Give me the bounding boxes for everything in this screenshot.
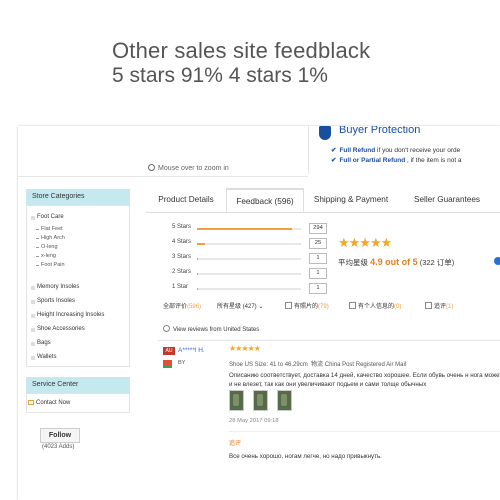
filter-with-personal-info[interactable]: 有个人信息的(0): [349, 301, 401, 310]
review-photo-thumbnail[interactable]: [277, 390, 292, 411]
service-center-title: Service Center: [26, 377, 130, 393]
rating-row[interactable]: 5 Stars 294: [172, 223, 332, 234]
rating-row-count: 1: [309, 268, 327, 279]
check-icon: ✔: [331, 157, 337, 164]
followup-text: Все очень хорошо, ногам легче, но надо п…: [229, 453, 382, 460]
zoom-hint-text: Mouse over to zoom in: [158, 165, 229, 172]
buyer-protection-box: Buyer Protection ✔ Full Refund if you don…: [308, 126, 500, 174]
buyer-protection-line-2: ✔ Full or Partial Refund , if the item is…: [331, 157, 462, 164]
store-categories-list: Foot Care Flat Feet High Arch O-leng x-leng F…: [26, 205, 130, 367]
rating-bar: [197, 273, 301, 275]
contact-now-link[interactable]: Contact Now: [36, 400, 70, 406]
rating-row[interactable]: 1 Star 1: [172, 283, 332, 294]
sidebar-category-item[interactable]: Bags: [31, 340, 51, 346]
tab-product-details[interactable]: Product Details: [146, 188, 226, 212]
sidebar-category-item[interactable]: Flat Feet: [36, 226, 63, 232]
filter-followup[interactable]: 追评(1): [425, 301, 453, 310]
reviewer-country: BY: [178, 360, 186, 366]
sidebar-category-item[interactable]: Shoe Accessories: [31, 326, 85, 332]
check-icon: ✔: [331, 147, 337, 154]
sidebar-category-item[interactable]: Foot Care: [31, 214, 64, 220]
average-rating: 平均星级 4.9 out of 5 (322 订单): [338, 257, 455, 267]
rating-row-count: 25: [309, 238, 327, 249]
sidebar-category-item[interactable]: x-leng: [36, 253, 56, 259]
rating-row-label: 4 Stars: [172, 239, 192, 245]
followup-label: 追评: [229, 441, 242, 447]
sidebar-category-item[interactable]: Height Increasing Insoles: [30, 312, 104, 318]
review-photo-thumbnail[interactable]: [253, 390, 268, 411]
store-categories-title: Store Categories: [26, 189, 130, 205]
rating-bar: [197, 243, 301, 245]
sidebar-category-item[interactable]: Foot Pain: [36, 262, 65, 268]
product-tabs: Product Details Feedback (596) Shipping …: [146, 188, 500, 213]
follow-count: (4023 Adds): [42, 444, 75, 450]
checkbox[interactable]: [349, 302, 356, 309]
magnifier-icon: [148, 164, 155, 171]
rating-row-count: 1: [309, 283, 327, 294]
follow-button[interactable]: Follow: [40, 428, 80, 443]
banner-stars-summary: 5 stars 91% 4 stars 1%: [112, 64, 328, 87]
rating-bar: [197, 288, 301, 290]
review-meta: Shoe US Size: 41 to 46.29cm 物流 China Pos…: [229, 362, 407, 368]
filter-all[interactable]: 全部评价(596): [163, 301, 201, 310]
sidebar-category-item[interactable]: Wallets: [30, 354, 56, 360]
divider: [229, 431, 500, 432]
buyer-protection-line-1: ✔ Full Refund if you don't receive your o…: [331, 147, 461, 154]
info-icon[interactable]: [494, 257, 500, 265]
rating-bar: [197, 228, 301, 230]
rating-row[interactable]: 3 Stars 1: [172, 253, 332, 264]
rating-row-label: 2 Stars: [172, 269, 192, 275]
checkbox[interactable]: [285, 302, 292, 309]
us-reviews-toggle[interactable]: View reviews from United States: [163, 325, 259, 333]
insole-image: [233, 394, 239, 406]
tab-shipping-payment[interactable]: Shipping & Payment: [304, 188, 398, 212]
rating-bar: [197, 258, 301, 260]
checkbox[interactable]: [425, 302, 432, 309]
review-photo-thumbnail[interactable]: [229, 390, 244, 411]
flag-icon: AU: [163, 347, 175, 355]
rating-row-count: 294: [309, 223, 327, 234]
sidebar-category-item[interactable]: Memory Insoles: [30, 284, 79, 290]
tab-seller-guarantees[interactable]: Seller Guarantees: [398, 188, 496, 212]
zoom-hint: Mouse over to zoom in: [148, 164, 229, 172]
reviewer-name: A*****l H.: [178, 347, 205, 354]
tab-feedback[interactable]: Feedback (596): [226, 188, 304, 212]
review-date: 28 May 2017 09:18: [229, 418, 279, 424]
banner-title: Other sales site feedblack: [112, 38, 371, 63]
review-stars: ★★★★★: [229, 344, 261, 353]
sidebar-category-item[interactable]: High Arch: [36, 235, 65, 241]
shield-icon: [319, 126, 331, 140]
feedback-filters: 全部评价(596) 所有星级 (427) ⌄ 有照片的(79) 有个人信息的(0…: [163, 301, 500, 313]
rating-row[interactable]: 4 Stars 25: [172, 238, 332, 249]
rating-bar-fill: [197, 243, 206, 245]
order-count: (322 订单): [419, 258, 455, 267]
sidebar-category-item[interactable]: Sports Insoles: [30, 298, 75, 304]
country-flag-icon: [163, 360, 172, 368]
store-page-screenshot: Mouse over to zoom in Buyer Protection ✔…: [18, 126, 500, 500]
buyer-protection-title: Buyer Protection: [339, 126, 421, 136]
rating-bar-fill: [197, 228, 292, 230]
insole-image: [281, 394, 287, 406]
filter-star-level-dropdown[interactable]: 所有星级 (427) ⌄: [217, 301, 263, 310]
rating-row-label: 5 Stars: [172, 224, 192, 230]
sidebar-category-item[interactable]: O-leng: [36, 244, 58, 250]
insole-image: [257, 394, 263, 406]
average-score: 4.9 out of 5: [370, 257, 418, 267]
rating-row-label: 3 Stars: [172, 254, 192, 260]
radio[interactable]: [163, 325, 170, 332]
rating-row-count: 1: [309, 253, 327, 264]
rating-row-label: 1 Star: [172, 284, 189, 290]
rating-row[interactable]: 2 Stars 1: [172, 268, 332, 279]
average-stars: ★★★★★: [338, 235, 392, 250]
filter-with-photos[interactable]: 有照片的(79): [285, 301, 329, 310]
divider: [158, 340, 500, 341]
envelope-icon: [28, 400, 34, 405]
review-text: Описанию соответствует, доставка 14 дней…: [229, 372, 500, 388]
